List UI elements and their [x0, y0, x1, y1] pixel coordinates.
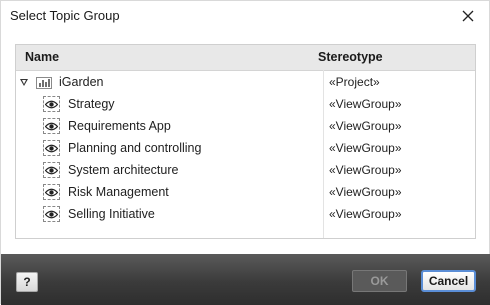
column-header-name[interactable]: Name — [25, 50, 59, 64]
tree-item-label: Requirements App — [68, 119, 171, 133]
tree-item-label: Selling Initiative — [68, 207, 155, 221]
tree-row-planning-and-controlling[interactable]: Planning and controlling «ViewGroup» — [16, 138, 475, 160]
ok-button[interactable]: OK — [352, 270, 407, 292]
dialog-title: Select Topic Group — [10, 8, 120, 23]
stereotype-value: «ViewGroup» — [329, 163, 402, 177]
topic-group-tree[interactable]: Name Stereotype iGarden «Project» Strate… — [15, 44, 476, 239]
tree-row-igarden[interactable]: iGarden «Project» — [16, 72, 475, 94]
project-chart-icon — [36, 76, 52, 89]
eye-icon — [43, 118, 60, 134]
cancel-button[interactable]: Cancel — [421, 270, 476, 292]
stereotype-value: «ViewGroup» — [329, 97, 402, 111]
stereotype-value: «ViewGroup» — [329, 207, 402, 221]
select-topic-group-dialog: Select Topic Group Name Stereotype iGard… — [0, 0, 490, 305]
tree-row-requirements-app[interactable]: Requirements App «ViewGroup» — [16, 116, 475, 138]
eye-icon — [43, 96, 60, 112]
tree-item-label: Strategy — [68, 97, 115, 111]
eye-icon — [43, 140, 60, 156]
title-bar: Select Topic Group — [1, 1, 489, 31]
eye-icon — [43, 162, 60, 178]
eye-icon — [43, 184, 60, 200]
dialog-footer: ? OK Cancel — [1, 254, 490, 305]
stereotype-value: «ViewGroup» — [329, 185, 402, 199]
tree-row-risk-management[interactable]: Risk Management «ViewGroup» — [16, 182, 475, 204]
expand-triangle-icon[interactable] — [20, 79, 28, 86]
stereotype-value: «ViewGroup» — [329, 141, 402, 155]
tree-item-label: Risk Management — [68, 185, 169, 199]
help-button[interactable]: ? — [16, 272, 38, 292]
tree-header: Name Stereotype — [16, 45, 475, 71]
tree-item-label: iGarden — [59, 75, 104, 89]
stereotype-value: «ViewGroup» — [329, 119, 402, 133]
close-icon[interactable] — [455, 4, 481, 28]
tree-item-label: System architecture — [68, 163, 179, 177]
column-header-stereotype[interactable]: Stereotype — [318, 50, 383, 64]
tree-row-strategy[interactable]: Strategy «ViewGroup» — [16, 94, 475, 116]
stereotype-value: «Project» — [329, 75, 380, 89]
eye-icon — [43, 206, 60, 222]
tree-row-selling-initiative[interactable]: Selling Initiative «ViewGroup» — [16, 204, 475, 226]
tree-item-label: Planning and controlling — [68, 141, 202, 155]
tree-row-system-architecture[interactable]: System architecture «ViewGroup» — [16, 160, 475, 182]
